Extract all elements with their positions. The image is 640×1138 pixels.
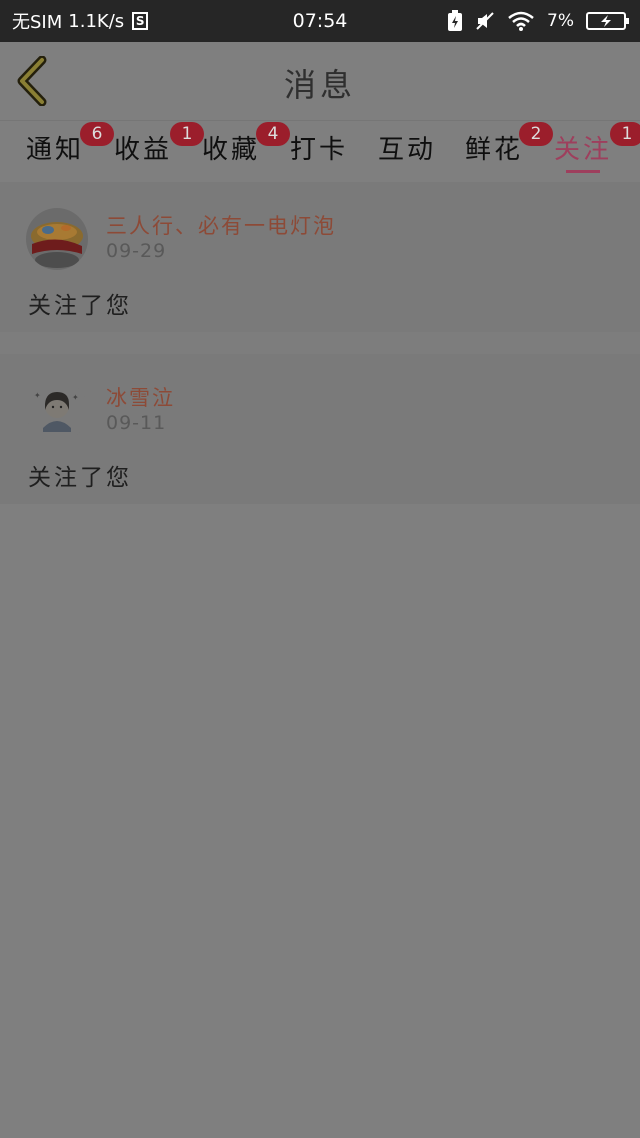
status-right: 7% [447,0,630,42]
charging-icon [447,10,463,32]
status-bar: 无SIM 1.1K/s S 07:54 7% [0,0,640,42]
tab-notifications[interactable]: 通知 6 [26,122,114,177]
battery-icon [586,11,630,31]
mute-icon [475,11,495,31]
tab-favorites[interactable]: 收藏 4 [202,122,290,177]
tab-label: 收益 [114,135,173,165]
tab-label: 打卡 [290,135,349,165]
tab-interactions[interactable]: 互动 [378,129,436,177]
tab-label: 鲜花 [465,135,524,165]
svg-text:✦: ✦ [34,391,41,400]
message-date: 09-29 [106,240,167,262]
avatar[interactable]: ✦ ✦ [26,380,88,442]
svg-text:✦: ✦ [72,393,79,402]
tab-label: 关注 [554,135,613,165]
tab-flowers[interactable]: 鲜花 2 [465,122,553,177]
wifi-icon [507,10,535,32]
message-item[interactable]: 三人行、必有一电灯泡 09-29 关注了您 [0,182,640,332]
tab-bar: 通知 6 收益 1 收藏 4 打卡 互动 鲜花 2 关注 1 [0,120,640,181]
header: 消息 [0,42,640,120]
page-title: 消息 [283,66,356,104]
username[interactable]: 三人行、必有一电灯泡 [106,210,336,240]
unread-badge: 4 [256,122,290,146]
tab-label: 通知 [26,135,85,165]
tab-earnings[interactable]: 收益 1 [114,122,204,177]
avatar[interactable] [26,208,88,270]
unread-badge: 1 [170,122,204,146]
tab-label: 互动 [378,135,437,165]
username[interactable]: 冰雪泣 [106,382,175,412]
unread-badge: 6 [80,122,114,146]
active-tab-indicator [566,170,600,173]
tab-checkin[interactable]: 打卡 [290,129,348,177]
message-date: 09-11 [106,412,167,434]
divider [0,332,640,354]
message-item[interactable]: ✦ ✦ 冰雪泣 09-11 关注了您 [0,354,640,504]
message-text: 关注了您 [28,465,132,491]
tab-label: 收藏 [202,135,261,165]
unread-badge: 2 [519,122,553,146]
unread-badge: 1 [610,122,640,146]
battery-percent: 7% [547,11,574,31]
message-text: 关注了您 [28,293,132,319]
